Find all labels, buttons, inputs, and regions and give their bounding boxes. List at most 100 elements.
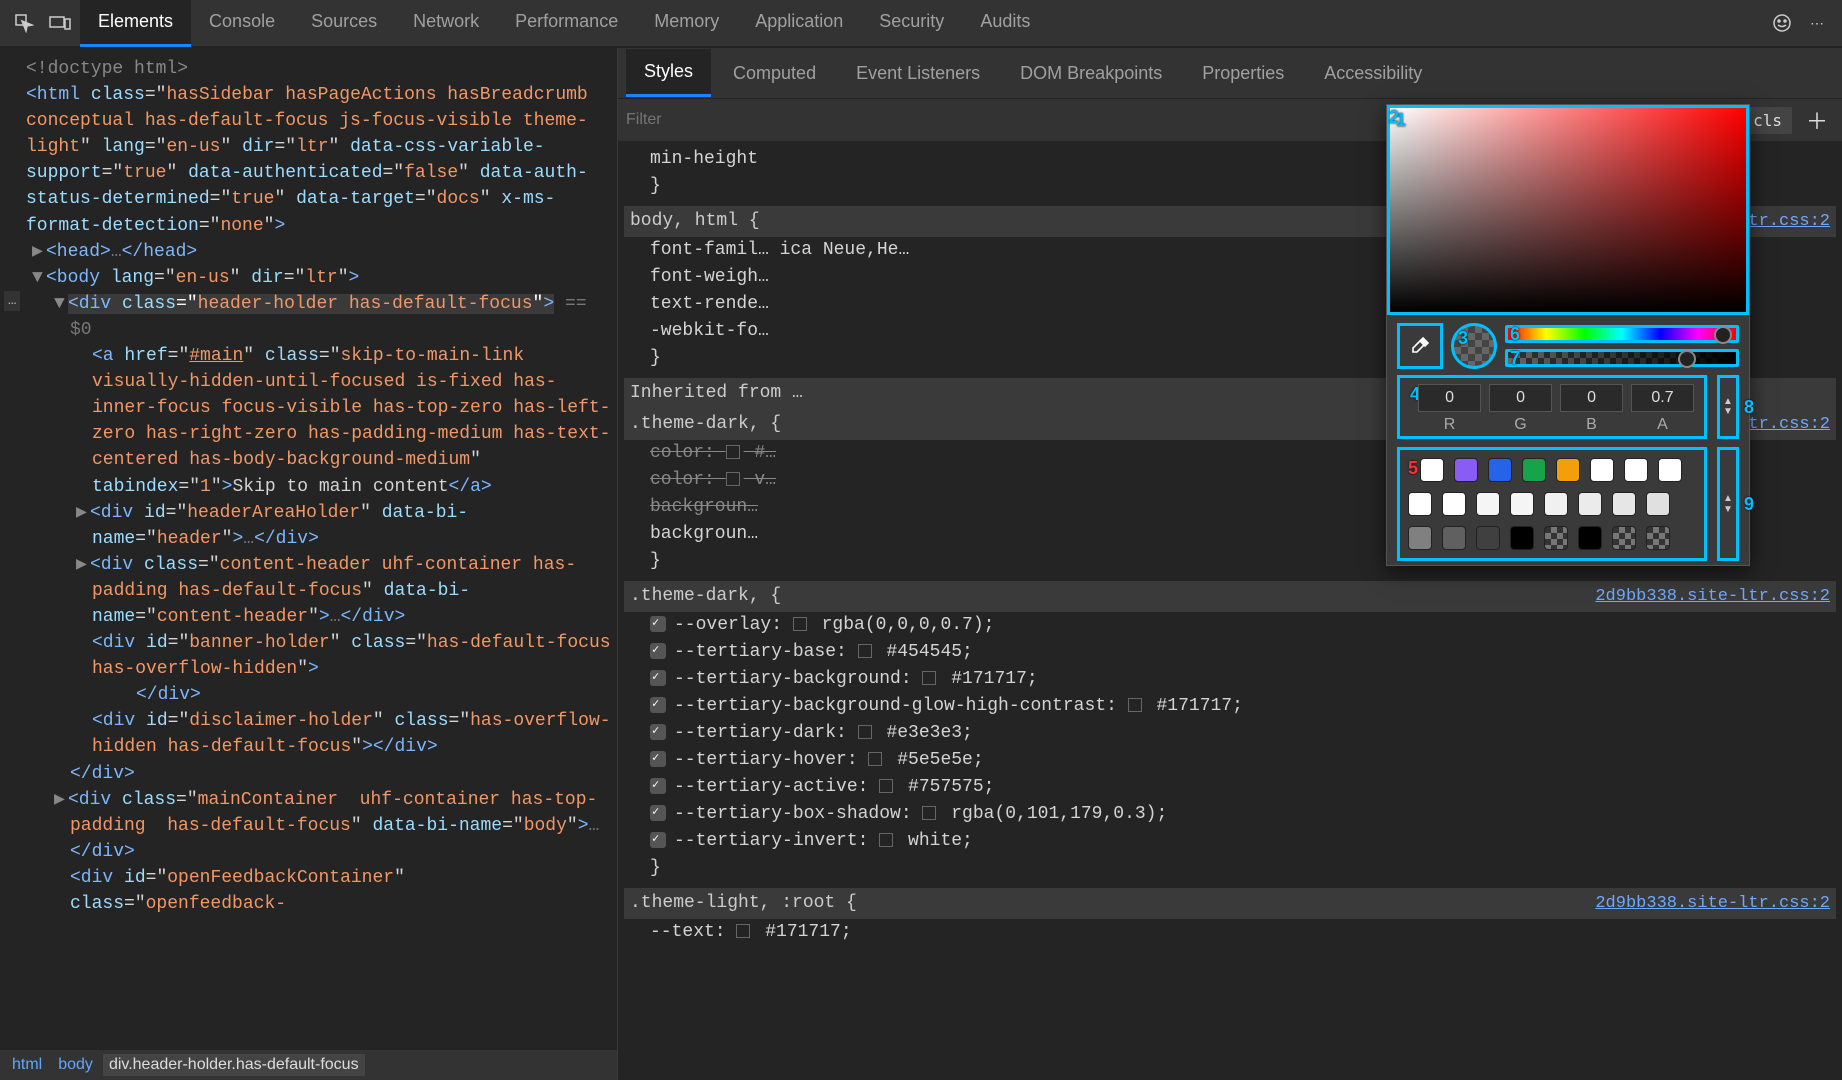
style-rule-header[interactable]: .theme-light, :root {2d9bb338.site-ltr.c…: [624, 888, 1836, 919]
color-r-input[interactable]: [1418, 384, 1481, 412]
palette-swatch[interactable]: [1454, 458, 1478, 482]
style-source-link[interactable]: 2d9bb338.site-ltr.css:2: [1595, 891, 1830, 917]
dom-node[interactable]: <div id="openFeedbackContainer" class="o…: [8, 865, 613, 917]
dom-node[interactable]: <a href="#main" class="skip-to-main-link…: [8, 343, 613, 500]
feedback-smiley-icon[interactable]: [1766, 7, 1798, 39]
property-enable-checkbox[interactable]: [650, 832, 666, 848]
styles-tab-event-listeners[interactable]: Event Listeners: [838, 51, 998, 96]
color-swatch-icon[interactable]: [858, 644, 872, 658]
palette-swatch[interactable]: [1612, 526, 1636, 550]
more-options-icon[interactable]: ⋯: [1802, 7, 1834, 39]
color-swatch-icon[interactable]: [922, 671, 936, 685]
top-tab-memory[interactable]: Memory: [636, 0, 737, 47]
palette-swatch[interactable]: [1408, 492, 1432, 516]
palette-swatch[interactable]: [1522, 458, 1546, 482]
palette-swatch[interactable]: [1612, 492, 1636, 516]
dom-node[interactable]: <div id="disclaimer-holder" class="has-o…: [8, 708, 613, 760]
color-swatch-icon[interactable]: [879, 779, 893, 793]
dom-node[interactable]: ▶<div class="mainContainer uhf-container…: [8, 787, 613, 865]
palette-swatch[interactable]: [1544, 492, 1568, 516]
styles-filter-input[interactable]: [626, 111, 1138, 129]
property-enable-checkbox[interactable]: [650, 778, 666, 794]
top-tab-elements[interactable]: Elements: [80, 0, 191, 47]
color-picker-saturation[interactable]: 1: [1387, 105, 1749, 315]
property-enable-checkbox[interactable]: [650, 805, 666, 821]
color-swatch-icon[interactable]: [922, 806, 936, 820]
color-swatch-icon[interactable]: [858, 725, 872, 739]
property-enable-checkbox[interactable]: [650, 616, 666, 632]
palette-swatch[interactable]: [1442, 492, 1466, 516]
color-swatch-icon[interactable]: [736, 924, 750, 938]
top-tab-sources[interactable]: Sources: [293, 0, 395, 47]
style-source-link[interactable]: 2d9bb338.site-ltr.css:2: [1595, 584, 1830, 610]
top-tab-audits[interactable]: Audits: [962, 0, 1048, 47]
palette-swatch[interactable]: [1556, 458, 1580, 482]
eyedropper-button[interactable]: 2: [1397, 323, 1443, 369]
color-g-input[interactable]: [1489, 384, 1552, 412]
top-tab-security[interactable]: Security: [861, 0, 962, 47]
color-a-input[interactable]: [1631, 384, 1694, 412]
alpha-slider[interactable]: 7: [1505, 349, 1739, 367]
style-rule-body[interactable]: --overlay: rgba(0,0,0,0.7);--tertiary-ba…: [624, 612, 1836, 888]
dom-node[interactable]: </div>: [8, 682, 613, 708]
palette-swatch[interactable]: [1590, 458, 1614, 482]
palette-swatch[interactable]: [1510, 492, 1534, 516]
top-tab-console[interactable]: Console: [191, 0, 293, 47]
palette-swatch[interactable]: [1476, 526, 1500, 550]
dom-node[interactable]: <html class="hasSidebar hasPageActions h…: [8, 82, 613, 239]
style-rule-header[interactable]: .theme-dark, {2d9bb338.site-ltr.css:2: [624, 581, 1836, 612]
palette-swatch[interactable]: [1420, 458, 1444, 482]
dom-tree[interactable]: <!doctype html><html class="hasSidebar h…: [0, 48, 617, 1050]
palette-swatch[interactable]: [1544, 526, 1568, 550]
palette-cycle-button[interactable]: ▲▼ 9: [1717, 447, 1739, 561]
property-enable-checkbox[interactable]: [650, 670, 666, 686]
palette-swatch[interactable]: [1408, 526, 1432, 550]
dom-node[interactable]: ▶<div id="headerAreaHolder" data-bi-name…: [8, 500, 613, 552]
color-swatch-icon[interactable]: [793, 617, 807, 631]
device-toolbar-icon[interactable]: [44, 7, 76, 39]
top-tab-performance[interactable]: Performance: [497, 0, 636, 47]
dom-node[interactable]: <div id="banner-holder" class="has-defau…: [8, 630, 613, 682]
palette-swatch[interactable]: [1658, 458, 1682, 482]
color-swatch-icon[interactable]: [868, 752, 882, 766]
color-swatch-icon[interactable]: [726, 445, 740, 459]
top-tab-application[interactable]: Application: [737, 0, 861, 47]
breadcrumb-item[interactable]: body: [52, 1054, 99, 1076]
styles-tab-computed[interactable]: Computed: [715, 51, 834, 96]
color-format-toggle[interactable]: ▲▼ 8: [1717, 375, 1739, 439]
palette-swatch[interactable]: [1476, 492, 1500, 516]
palette-swatch[interactable]: [1488, 458, 1512, 482]
styles-tab-dom-breakpoints[interactable]: DOM Breakpoints: [1002, 51, 1180, 96]
styles-tab-properties[interactable]: Properties: [1184, 51, 1302, 96]
palette-swatch[interactable]: [1646, 526, 1670, 550]
breadcrumb-item[interactable]: html: [6, 1054, 48, 1076]
palette-swatch[interactable]: [1578, 526, 1602, 550]
color-b-input[interactable]: [1560, 384, 1623, 412]
property-enable-checkbox[interactable]: [650, 724, 666, 740]
color-swatch-icon[interactable]: [879, 833, 893, 847]
property-enable-checkbox[interactable]: [650, 697, 666, 713]
palette-swatch[interactable]: [1646, 492, 1670, 516]
styles-tab-styles[interactable]: Styles: [626, 49, 711, 97]
property-enable-checkbox[interactable]: [650, 643, 666, 659]
dom-node[interactable]: ▶<div class="content-header uhf-containe…: [8, 552, 613, 630]
dom-node[interactable]: ▼<body lang="en-us" dir="ltr">: [8, 265, 613, 291]
styles-tab-accessibility[interactable]: Accessibility: [1306, 51, 1440, 96]
hue-slider[interactable]: 6: [1505, 325, 1739, 343]
color-swatch-icon[interactable]: [1128, 698, 1142, 712]
top-tab-network[interactable]: Network: [395, 0, 497, 47]
style-rule-body[interactable]: --text: #171717;: [624, 919, 1836, 952]
palette-swatch[interactable]: [1442, 526, 1466, 550]
dom-breadcrumbs[interactable]: htmlbodydiv.header-holder.has-default-fo…: [0, 1050, 617, 1080]
dom-node[interactable]: <!doctype html>: [8, 56, 613, 82]
dom-node[interactable]: …▼<div class="header-holder has-default-…: [8, 291, 613, 343]
new-style-rule-button[interactable]: ＋: [1800, 104, 1834, 136]
property-enable-checkbox[interactable]: [650, 751, 666, 767]
dom-node[interactable]: </div>: [8, 761, 613, 787]
palette-swatch[interactable]: [1510, 526, 1534, 550]
palette-swatch[interactable]: [1624, 458, 1648, 482]
dom-node[interactable]: ▶<head>…</head>: [8, 239, 613, 265]
inspect-element-icon[interactable]: [8, 7, 40, 39]
breadcrumb-item[interactable]: div.header-holder.has-default-focus: [103, 1054, 365, 1076]
palette-swatch[interactable]: [1578, 492, 1602, 516]
